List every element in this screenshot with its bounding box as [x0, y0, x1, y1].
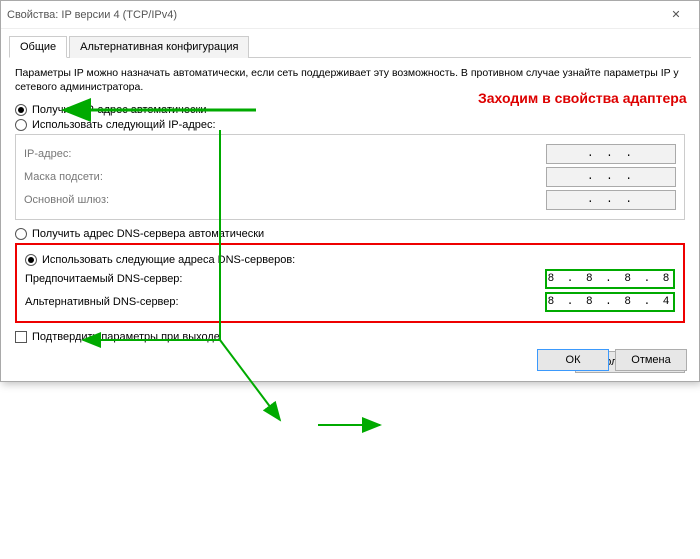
dns2-label: Альтернативный DNS-сервер: — [25, 296, 545, 308]
ipv4-properties-window: Свойства: IP версии 4 (TCP/IPv4) ✕ Общие… — [0, 0, 700, 382]
titlebar[interactable]: Свойства: IP версии 4 (TCP/IPv4) ✕ — [1, 1, 699, 29]
gateway-input: . . . — [546, 190, 676, 210]
ok-button[interactable]: ОК — [537, 349, 609, 371]
ip-address-label: IP-адрес: — [24, 148, 546, 160]
tab-general[interactable]: Общие — [9, 36, 67, 58]
radio-dns-auto[interactable]: Получить адрес DNS-сервера автоматически — [15, 228, 685, 240]
ip-address-input: . . . — [546, 144, 676, 164]
close-button[interactable]: ✕ — [659, 3, 693, 27]
confirm-on-exit-checkbox[interactable]: ✓Подтвердить параметры при выходе — [15, 331, 685, 343]
tab-alt-config[interactable]: Альтернативная конфигурация — [69, 36, 249, 58]
radio-ip-manual[interactable]: Использовать следующий IP-адрес: — [15, 119, 685, 131]
dns2-input[interactable]: 8 . 8 . 8 . 4 — [545, 292, 675, 312]
tab-strip: Общие Альтернативная конфигурация — [9, 35, 691, 58]
ip-fields-group: IP-адрес: . . . Маска подсети: . . . Осн… — [15, 134, 685, 220]
cancel-button[interactable]: Отмена — [615, 349, 687, 371]
dns1-label: Предпочитаемый DNS-сервер: — [25, 273, 545, 285]
window-title: Свойства: IP версии 4 (TCP/IPv4) — [7, 9, 659, 21]
dns-fields-group: Использовать следующие адреса DNS-сервер… — [15, 243, 685, 323]
radio-dns-manual[interactable]: Использовать следующие адреса DNS-сервер… — [25, 254, 675, 266]
annotation-text: Заходим в свойства адаптера — [478, 90, 687, 106]
radio-ip-auto[interactable]: Получить IP-адрес автоматически — [15, 104, 685, 116]
gateway-label: Основной шлюз: — [24, 194, 546, 206]
dns1-input[interactable]: 8 . 8 . 8 . 8 — [545, 269, 675, 289]
mask-input: . . . — [546, 167, 676, 187]
mask-label: Маска подсети: — [24, 171, 546, 183]
